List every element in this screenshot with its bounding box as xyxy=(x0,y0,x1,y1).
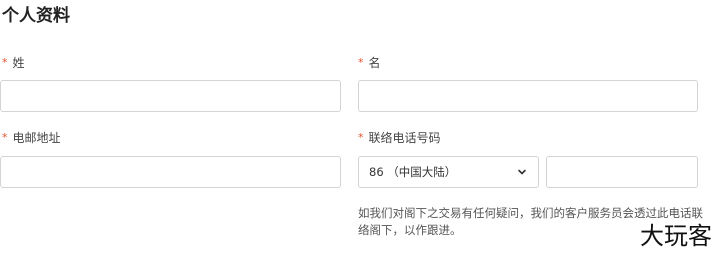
phone-label-text: 联络电话号码 xyxy=(368,131,441,145)
required-marker: * xyxy=(358,131,364,144)
email-label: * 电邮地址 xyxy=(2,131,61,145)
section-title: 个人资料 xyxy=(2,6,70,26)
country-code-value: 86 （中国大陆） xyxy=(369,165,457,179)
phone-number-input[interactable] xyxy=(546,156,698,188)
last-name-label-text: 姓 xyxy=(12,56,25,70)
last-name-label: * 姓 xyxy=(2,56,25,70)
first-name-input[interactable] xyxy=(358,80,698,112)
phone-label: * 联络电话号码 xyxy=(358,131,441,145)
email-label-text: 电邮地址 xyxy=(12,131,61,145)
watermark-logo: 大玩客 xyxy=(640,222,712,250)
required-marker: * xyxy=(2,56,8,69)
chevron-down-icon xyxy=(518,169,526,175)
first-name-label: * 名 xyxy=(358,56,381,70)
country-code-select[interactable]: 86 （中国大陆） xyxy=(358,156,539,188)
required-marker: * xyxy=(2,131,8,144)
last-name-input[interactable] xyxy=(0,80,341,112)
email-input[interactable] xyxy=(0,156,341,188)
first-name-label-text: 名 xyxy=(368,56,381,70)
required-marker: * xyxy=(358,56,364,69)
